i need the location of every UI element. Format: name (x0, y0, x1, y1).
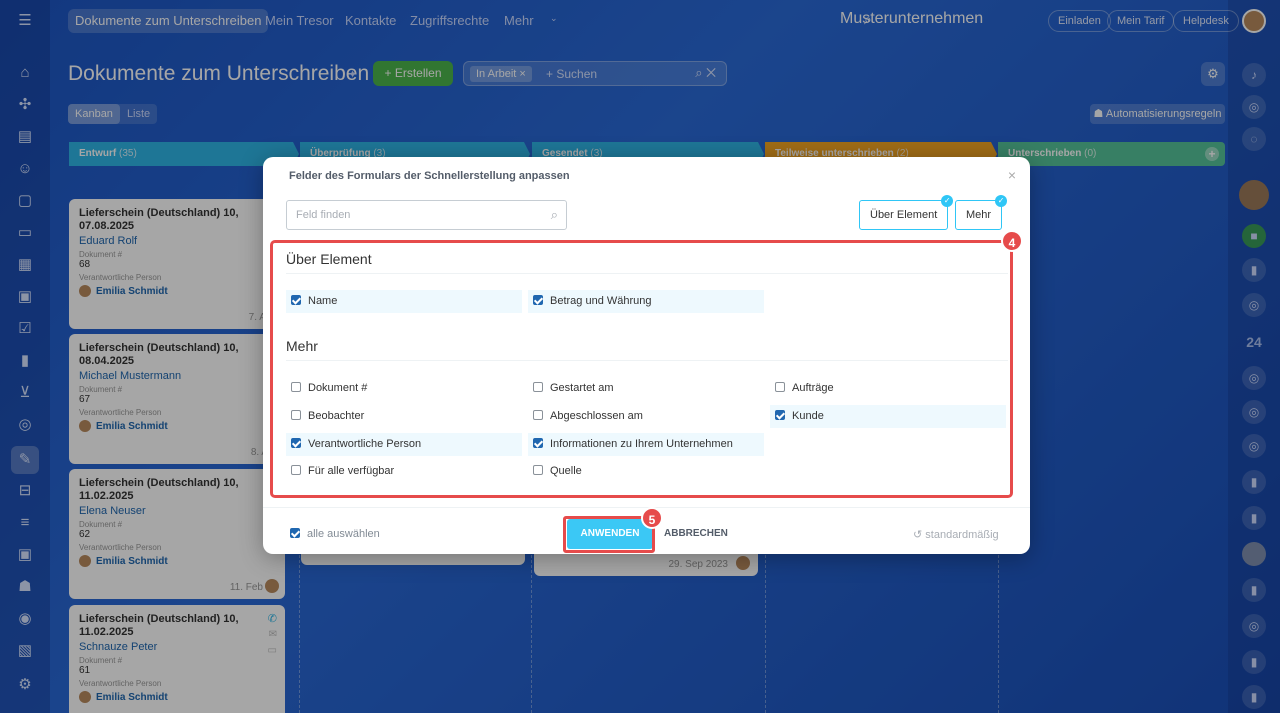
select-all-label: alle auswählen (307, 528, 380, 540)
highlight-frame (270, 240, 1013, 498)
tag-label: Mehr (966, 209, 992, 221)
tag-more[interactable]: Mehr ✓ (955, 195, 1008, 230)
reset-default-label: standardmäßig (925, 529, 999, 541)
check-icon: ✓ (995, 195, 1008, 207)
cancel-button[interactable]: ABBRECHEN (664, 528, 728, 539)
close-icon[interactable]: × (1008, 167, 1016, 183)
field-search-input[interactable]: Feld finden ⌕ (286, 200, 567, 230)
reset-default-button[interactable]: ↺ standardmäßig (913, 528, 999, 541)
step-badge: 4 (1001, 230, 1023, 252)
tag-about-element[interactable]: Über Element ✓ (859, 195, 954, 230)
undo-icon: ↺ (913, 529, 923, 541)
step-badge: 5 (641, 507, 663, 529)
tag-label: Über Element (870, 209, 938, 221)
search-icon: ⌕ (550, 207, 558, 222)
checkbox-icon (290, 528, 300, 538)
dialog-title: Felder des Formulars der Schnellerstellu… (289, 170, 570, 182)
select-all-checkbox[interactable]: alle auswählen (290, 528, 380, 540)
check-icon: ✓ (941, 195, 954, 207)
field-search-placeholder: Feld finden (296, 209, 351, 221)
